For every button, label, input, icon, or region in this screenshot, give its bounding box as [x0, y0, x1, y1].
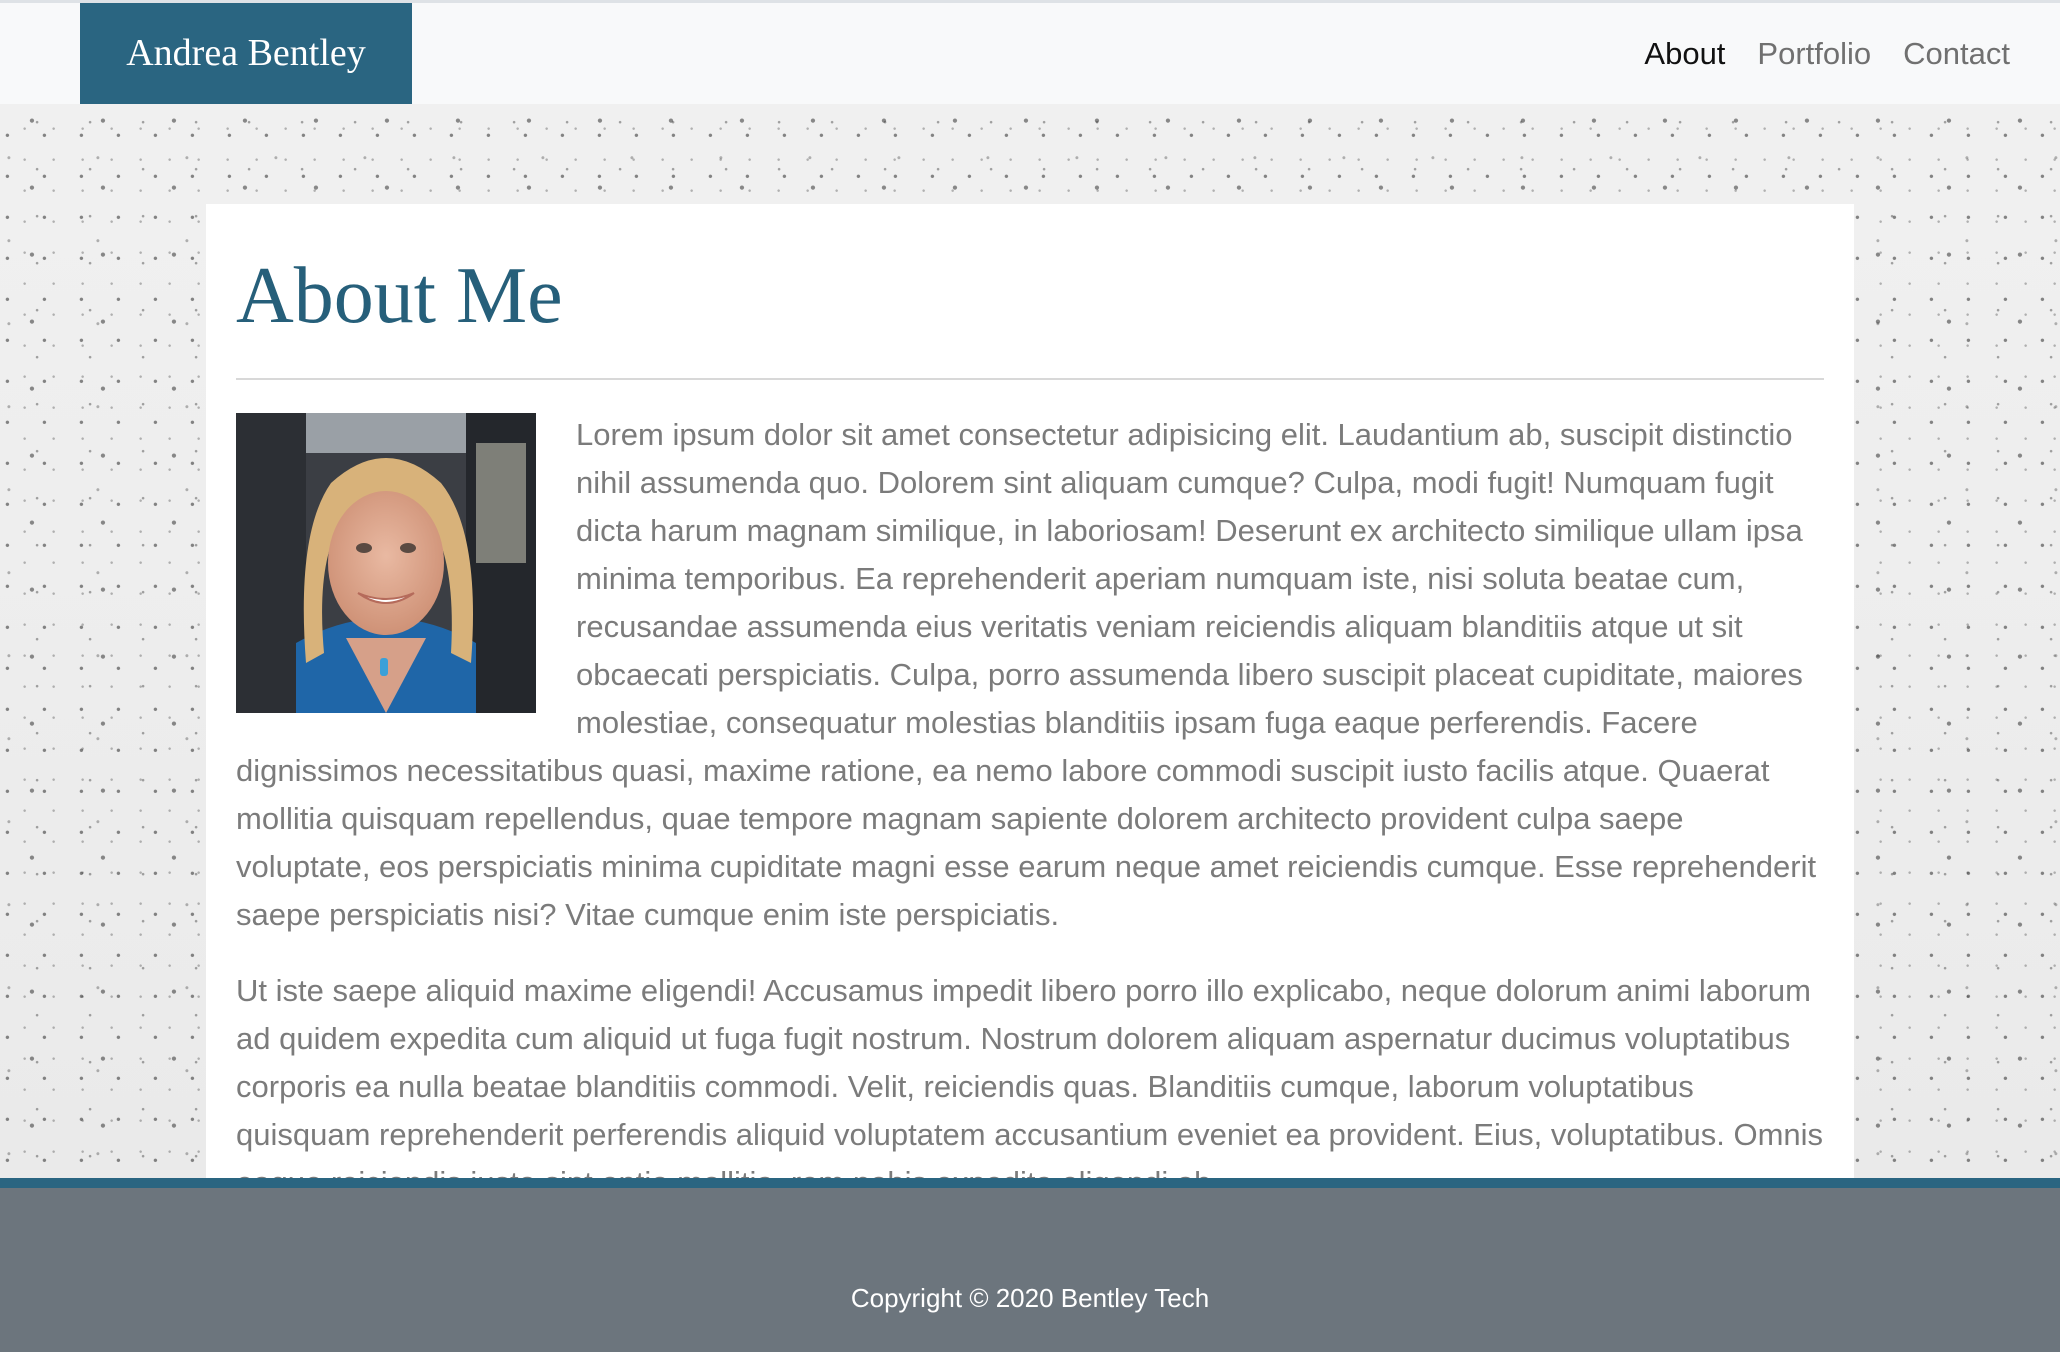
nav-portfolio-link[interactable]: Portfolio: [1741, 36, 1887, 72]
nav-contact-link[interactable]: Contact: [1887, 36, 2026, 72]
site-footer: Copyright © 2020 Bentley Tech: [0, 1178, 2060, 1352]
page-title: About Me: [236, 252, 563, 340]
about-paragraph-2: Ut iste saepe aliquid maxime eligendi! A…: [236, 973, 1824, 1200]
top-navbar: Andrea Bentley About Portfolio Contact: [0, 0, 2060, 104]
brand-link[interactable]: Andrea Bentley: [80, 3, 412, 104]
about-card: About Me Lorem ipsum dolor sit amet cons…: [206, 204, 1854, 1204]
title-divider: [236, 378, 1824, 380]
profile-photo: [236, 413, 536, 713]
main-nav: About Portfolio Contact: [1628, 3, 2026, 104]
copyright-text: Copyright © 2020 Bentley Tech: [850, 1283, 1210, 1313]
nav-about-link[interactable]: About: [1628, 36, 1741, 72]
